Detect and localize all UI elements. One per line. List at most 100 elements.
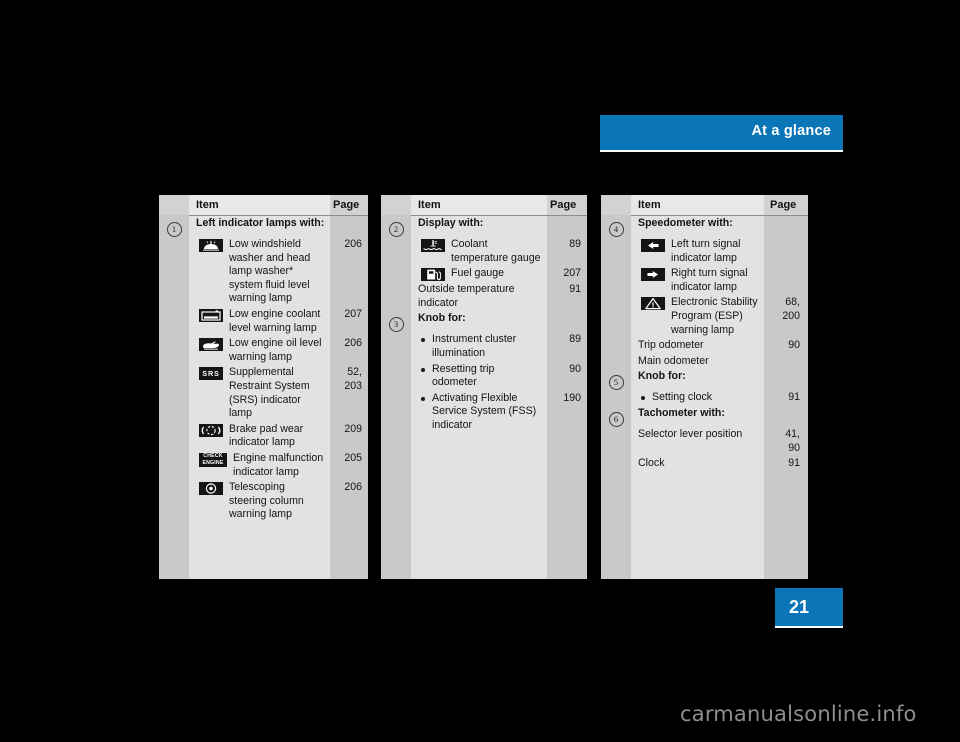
row-item-cell: Left indicator lamps with: bbox=[196, 217, 325, 229]
row-page-cell: 209 bbox=[344, 422, 362, 435]
table-header-gutter bbox=[159, 195, 189, 215]
row-page-cell: 52, 203 bbox=[344, 366, 362, 392]
row-number-cell: 6 bbox=[601, 406, 631, 427]
row-number-cell bbox=[601, 266, 631, 269]
table-row: CHECK ENGINE Engine malfunction indicator … bbox=[159, 451, 368, 480]
row-item-cell: Selector lever position bbox=[638, 427, 743, 440]
row-item-cell: Electronic Stability Program (ESP) warni… bbox=[631, 295, 764, 338]
table-row: Setting clock 91 bbox=[601, 390, 808, 406]
engine-oil-level-icon bbox=[199, 338, 223, 352]
row-page-cell bbox=[330, 216, 368, 218]
row-page-cell: 41, 90 bbox=[785, 427, 800, 454]
row-item-cell: Fuel gauge bbox=[411, 266, 547, 282]
table-header-gutter bbox=[381, 195, 411, 215]
table-row: Telescoping steering column warning lamp… bbox=[159, 480, 368, 523]
row-number-cell bbox=[601, 456, 631, 459]
row-item-text: Electronic Stability Program (ESP) warni… bbox=[671, 296, 758, 336]
list-bullet-icon bbox=[421, 396, 425, 401]
callout-number-4: 4 bbox=[608, 222, 624, 237]
row-number-cell: 1 bbox=[159, 216, 189, 237]
row-item-cell: Main odometer bbox=[638, 354, 709, 367]
row-item-cell: SRS Supplemental Restraint System (SRS) i… bbox=[189, 365, 330, 421]
row-page-cell: 89 bbox=[569, 238, 581, 250]
row-number-cell bbox=[159, 422, 189, 425]
row-number-cell bbox=[381, 282, 411, 285]
row-page-cell bbox=[764, 354, 808, 356]
row-item-cell: Low windshield washer and head lamp wash… bbox=[189, 237, 330, 307]
row-item-cell: Knob for: bbox=[638, 370, 686, 383]
callout-number-3: 3 bbox=[388, 317, 404, 333]
row-item-text: Low engine oil level warning lamp bbox=[229, 337, 322, 363]
page-number-underline bbox=[775, 626, 843, 628]
row-item-cell: Outside temperature indicator bbox=[418, 283, 515, 309]
row-page-cell: 206 bbox=[344, 238, 362, 250]
row-item-text: Telescoping steering column warning lamp bbox=[229, 481, 304, 521]
site-watermark: carmanualsonline.info bbox=[680, 702, 917, 726]
row-page-cell: 91 bbox=[788, 391, 800, 404]
row-item-text: Setting clock bbox=[652, 391, 713, 404]
row-number-cell bbox=[159, 451, 189, 454]
list-bullet-icon bbox=[641, 396, 645, 401]
callout-number-6: 6 bbox=[608, 411, 624, 427]
row-item-cell: Setting clock bbox=[631, 390, 764, 406]
page-number: 21 bbox=[789, 597, 810, 617]
fuel-pump-icon bbox=[421, 268, 445, 282]
section-title: At a glance bbox=[751, 123, 831, 139]
list-bullet-icon bbox=[421, 367, 425, 372]
table-row: Coolant temperature gauge 89 bbox=[381, 237, 587, 266]
table-row: 4 Speedometer with: bbox=[601, 216, 808, 237]
row-page-cell: 206 bbox=[344, 481, 362, 494]
row-item-cell: Display with: bbox=[418, 217, 484, 229]
table-row: 6 Tachometer with: bbox=[601, 406, 808, 427]
table-row: Trip odometer 90 bbox=[601, 338, 808, 354]
row-page-cell: 205 bbox=[344, 451, 362, 464]
row-number-cell: 5 bbox=[601, 369, 631, 391]
row-item-cell: Tachometer with: bbox=[638, 406, 725, 419]
table-row: Activating Flexible Service System (FSS)… bbox=[381, 391, 587, 434]
row-page-cell bbox=[764, 216, 808, 218]
row-item-cell: Speedometer with: bbox=[638, 217, 733, 229]
row-number-cell: 4 bbox=[601, 216, 631, 237]
row-item-cell: Activating Flexible Service System (FSS)… bbox=[411, 391, 547, 434]
row-item-cell: Low engine coolant level warning lamp bbox=[189, 307, 330, 336]
row-number-cell: 3 bbox=[381, 311, 411, 333]
row-number-cell bbox=[159, 480, 189, 483]
row-page-cell bbox=[764, 237, 808, 239]
row-item-cell: Knob for: bbox=[418, 312, 466, 325]
table-body: 1 Left indicator lamps with: Low windshiel… bbox=[159, 216, 368, 579]
row-item-text: Low windshield washer and head lamp wash… bbox=[229, 238, 311, 305]
row-page-cell bbox=[764, 266, 808, 268]
list-bullet-icon bbox=[421, 338, 425, 343]
row-page-cell bbox=[547, 311, 587, 313]
table-panel-3: Item Page 4 Speedometer with: Left turn sign… bbox=[601, 195, 808, 579]
row-number-cell bbox=[601, 427, 631, 430]
row-page-cell bbox=[764, 369, 808, 371]
row-number-cell bbox=[159, 307, 189, 310]
row-item-cell: Low engine oil level warning lamp bbox=[189, 336, 330, 365]
esp-warning-triangle-icon bbox=[641, 297, 665, 311]
row-item-text: Resetting trip odometer bbox=[432, 362, 495, 389]
check-engine-line-1: CHECK bbox=[203, 453, 223, 460]
row-number-cell bbox=[159, 365, 189, 368]
row-item-cell: Clock bbox=[638, 457, 665, 470]
callout-number-1: 1 bbox=[166, 222, 182, 237]
table-row: Left turn signal indicator lamp bbox=[601, 237, 808, 266]
row-page-cell: 206 bbox=[344, 337, 362, 350]
table-row: Fuel gauge 207 bbox=[381, 266, 587, 282]
row-item-text: Supplemental Restraint System (SRS) indi… bbox=[229, 366, 310, 420]
table-row: Low windshield washer and head lamp wash… bbox=[159, 237, 368, 307]
engine-coolant-level-icon bbox=[199, 308, 223, 322]
row-item-cell: Coolant temperature gauge bbox=[411, 237, 547, 266]
table-row: Instrument cluster illumination 89 bbox=[381, 332, 587, 361]
table-header-row: Item Page bbox=[601, 195, 808, 215]
row-number-cell bbox=[601, 338, 631, 341]
callout-number-2: 2 bbox=[388, 222, 404, 237]
row-number-cell bbox=[381, 391, 411, 394]
row-number-cell bbox=[601, 295, 631, 298]
table-row: Selector lever position 41, 90 bbox=[601, 427, 808, 456]
table-row: Right turn signal indicator lamp bbox=[601, 266, 808, 295]
table-row: 2 Display with: bbox=[381, 216, 587, 237]
row-item-cell: Right turn signal indicator lamp bbox=[631, 266, 764, 295]
table-header-gutter bbox=[601, 195, 631, 215]
table-header-row: Item Page bbox=[159, 195, 368, 215]
